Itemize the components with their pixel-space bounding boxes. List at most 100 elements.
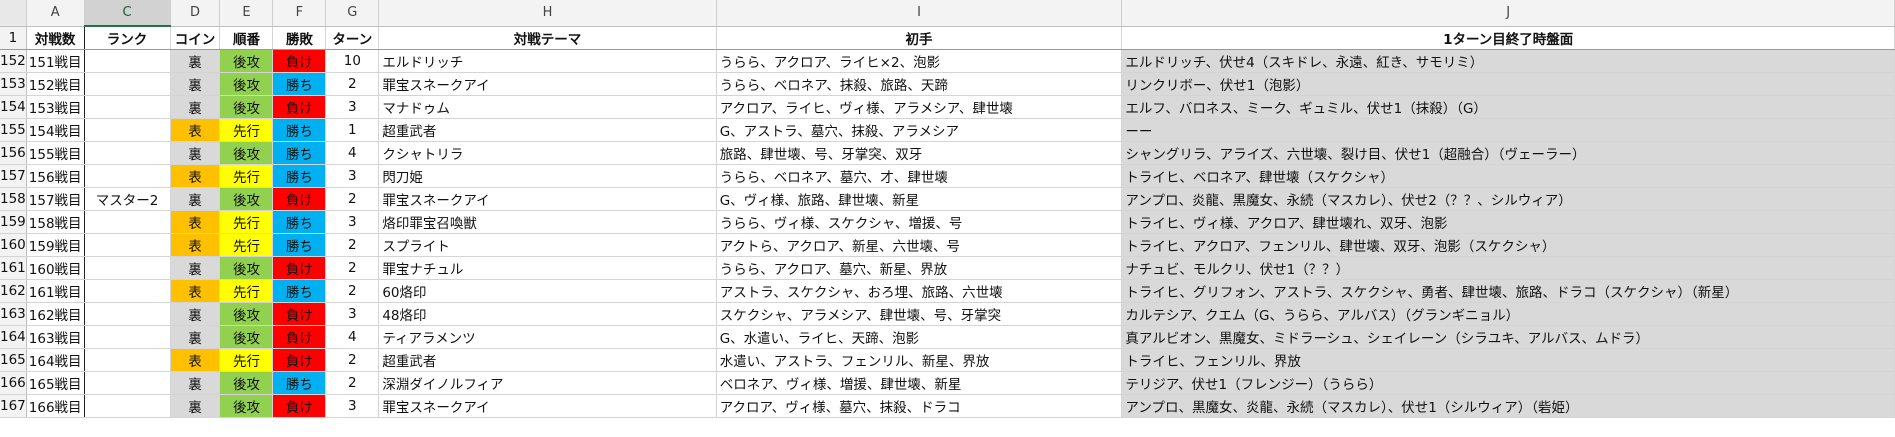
board-cell[interactable]: ナチュビ、モルクリ、伏せ1（？？） (1121, 256, 1895, 280)
rank-cell[interactable]: マスター2 (84, 187, 171, 211)
theme-cell[interactable]: 烙印罪宝召喚獣 (378, 210, 717, 234)
order-cell[interactable]: 後攻 (219, 302, 274, 326)
coin-cell[interactable]: 裏 (170, 95, 221, 119)
column-header-j[interactable]: J (1121, 0, 1895, 27)
turns-cell[interactable]: 3 (325, 394, 380, 418)
board-cell[interactable]: シャングリラ、アライズ、六世壊、裂け目、伏せ1（超融合）（ヴェーラー） (1121, 141, 1895, 165)
opening-hand-cell[interactable]: うらら、ベロネア、抹殺、旅路、天蹄 (716, 72, 1123, 96)
column-header-i[interactable]: I (716, 0, 1123, 27)
board-cell[interactable]: リンクリボー、伏せ1（泡影） (1121, 72, 1895, 96)
order-cell[interactable]: 先行 (219, 279, 274, 303)
header-cell[interactable]: ランク (84, 26, 171, 50)
turns-cell[interactable]: 2 (325, 371, 380, 395)
coin-cell[interactable]: 裏 (170, 72, 221, 96)
order-cell[interactable]: 先行 (219, 164, 274, 188)
opening-hand-cell[interactable]: スケクシャ、アラメシア、肆世壊、号、牙掌突 (716, 302, 1123, 326)
board-cell[interactable]: エルフ、バロネス、ミーク、ギュミル、伏せ1（抹殺）（G） (1121, 95, 1895, 119)
rank-cell[interactable] (84, 279, 171, 303)
theme-cell[interactable]: マナドゥム (378, 95, 717, 119)
result-cell[interactable]: 勝ち (272, 118, 327, 142)
turns-cell[interactable]: 3 (325, 302, 380, 326)
opening-hand-cell[interactable]: G、水遣い、ライヒ、天蹄、泡影 (716, 325, 1123, 349)
result-cell[interactable]: 勝ち (272, 141, 327, 165)
result-cell[interactable]: 負け (272, 49, 327, 73)
header-cell[interactable]: 対戦テーマ (378, 26, 717, 50)
rank-cell[interactable] (84, 256, 171, 280)
match-cell[interactable]: 162戦目 (25, 302, 85, 326)
turns-cell[interactable]: 4 (325, 141, 380, 165)
opening-hand-cell[interactable]: G、ヴィ様、旅路、肆世壊、新星 (716, 187, 1123, 211)
row-number[interactable]: 161 (0, 256, 27, 280)
coin-cell[interactable]: 裏 (170, 49, 221, 73)
opening-hand-cell[interactable]: 水遣い、アストラ、フェンリル、新星、界放 (716, 348, 1123, 372)
board-cell[interactable]: アンプロ、黒魔女、炎龍、永続（マスカレ）、伏せ1（シルウィア）（砦姫） (1121, 394, 1895, 418)
match-cell[interactable]: 163戦目 (25, 325, 85, 349)
row-number[interactable]: 159 (0, 210, 27, 234)
order-cell[interactable]: 後攻 (219, 256, 274, 280)
result-cell[interactable]: 負け (272, 256, 327, 280)
header-cell[interactable]: コイン (170, 26, 221, 50)
opening-hand-cell[interactable]: うらら、アクロア、墓穴、新星、界放 (716, 256, 1123, 280)
theme-cell[interactable]: 48烙印 (378, 302, 717, 326)
row-number[interactable]: 155 (0, 118, 27, 142)
column-header-g[interactable]: G (325, 0, 380, 27)
opening-hand-cell[interactable]: アクロア、ライヒ、ヴィ様、アラメシア、肆世壊 (716, 95, 1123, 119)
coin-cell[interactable]: 裏 (170, 141, 221, 165)
result-cell[interactable]: 勝ち (272, 279, 327, 303)
header-cell[interactable]: ターン (325, 26, 380, 50)
match-cell[interactable]: 166戦目 (25, 394, 85, 418)
rank-cell[interactable] (84, 95, 171, 119)
turns-cell[interactable]: 2 (325, 72, 380, 96)
turns-cell[interactable]: 1 (325, 118, 380, 142)
column-header-h[interactable]: H (378, 0, 717, 27)
turns-cell[interactable]: 2 (325, 256, 380, 280)
theme-cell[interactable]: 閃刀姫 (378, 164, 717, 188)
result-cell[interactable]: 負け (272, 348, 327, 372)
turns-cell[interactable]: 3 (325, 95, 380, 119)
match-cell[interactable]: 160戦目 (25, 256, 85, 280)
result-cell[interactable]: 勝ち (272, 233, 327, 257)
theme-cell[interactable]: 罪宝スネークアイ (378, 187, 717, 211)
turns-cell[interactable]: 2 (325, 279, 380, 303)
row-number[interactable]: 165 (0, 348, 27, 372)
rank-cell[interactable] (84, 394, 171, 418)
theme-cell[interactable]: 60烙印 (378, 279, 717, 303)
theme-cell[interactable]: エルドリッチ (378, 49, 717, 73)
row-number[interactable]: 160 (0, 233, 27, 257)
row-number[interactable]: 1 (0, 26, 27, 50)
coin-cell[interactable]: 裏 (170, 394, 221, 418)
coin-cell[interactable]: 裏 (170, 256, 221, 280)
result-cell[interactable]: 負け (272, 302, 327, 326)
coin-cell[interactable]: 表 (170, 164, 221, 188)
opening-hand-cell[interactable]: 旅路、肆世壊、号、牙掌突、双牙 (716, 141, 1123, 165)
opening-hand-cell[interactable]: うらら、アクロア、ライヒ×2、泡影 (716, 49, 1123, 73)
header-cell[interactable]: 対戦数 (25, 26, 85, 50)
theme-cell[interactable]: 深淵ダイノルフィア (378, 371, 717, 395)
order-cell[interactable]: 先行 (219, 348, 274, 372)
row-number[interactable]: 152 (0, 49, 27, 73)
order-cell[interactable]: 後攻 (219, 95, 274, 119)
board-cell[interactable]: トライヒ、ヴィ様、アクロア、肆世壊れ、双牙、泡影 (1121, 210, 1895, 234)
order-cell[interactable]: 後攻 (219, 49, 274, 73)
board-cell[interactable]: トライヒ、グリフォン、アストラ、スケクシャ、勇者、肆世壊、旅路、ドラコ（スケクシ… (1121, 279, 1895, 303)
match-cell[interactable]: 152戦目 (25, 72, 85, 96)
header-cell[interactable]: 初手 (716, 26, 1123, 50)
result-cell[interactable]: 負け (272, 325, 327, 349)
coin-cell[interactable]: 裏 (170, 187, 221, 211)
coin-cell[interactable]: 裏 (170, 325, 221, 349)
coin-cell[interactable]: 裏 (170, 302, 221, 326)
theme-cell[interactable]: 罪宝スネークアイ (378, 394, 717, 418)
theme-cell[interactable]: 罪宝スネークアイ (378, 72, 717, 96)
match-cell[interactable]: 157戦目 (25, 187, 85, 211)
turns-cell[interactable]: 10 (325, 49, 380, 73)
board-cell[interactable]: 真アルビオン、黒魔女、ミドラーシュ、シェイレーン（シラユキ、アルバス、ムドラ） (1121, 325, 1895, 349)
board-cell[interactable]: テリジア、伏せ1（フレンジー）（うらら） (1121, 371, 1895, 395)
rank-cell[interactable] (84, 164, 171, 188)
theme-cell[interactable]: 超重武者 (378, 118, 717, 142)
order-cell[interactable]: 後攻 (219, 371, 274, 395)
board-cell[interactable]: トライヒ、ベロネア、肆世壊（スケクシャ） (1121, 164, 1895, 188)
turns-cell[interactable]: 4 (325, 325, 380, 349)
opening-hand-cell[interactable]: うらら、ヴィ様、スケクシャ、増援、号 (716, 210, 1123, 234)
header-cell[interactable]: 勝敗 (272, 26, 327, 50)
row-number[interactable]: 164 (0, 325, 27, 349)
